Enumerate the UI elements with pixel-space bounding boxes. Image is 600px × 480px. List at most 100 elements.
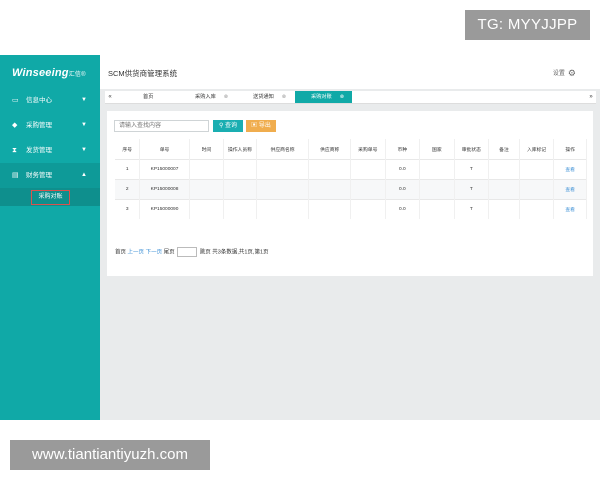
watermark-bottom: www.tiantiantiyuzh.com [10, 440, 210, 470]
data-panel: ⚲ 查询 ▣ 导出 序号 单号 时间 操作人员称 供应商名称 供应商称 采购单号… [107, 111, 593, 276]
column-header: 采购单号 [350, 139, 386, 160]
table-row: 3 KP15000090 0.0 T 查看 [115, 199, 587, 219]
search-icon: ⚲ [218, 123, 224, 129]
close-icon[interactable]: ⊗ [224, 91, 228, 103]
pager-first[interactable]: 首页 [115, 249, 126, 255]
column-header: 供应商名称 [256, 139, 310, 160]
column-header: 国家 [419, 139, 455, 160]
search-button[interactable]: ⚲ 查询 [213, 120, 243, 132]
chevron-down-icon: ▼ [81, 122, 87, 128]
tab-purchase-reconciliation[interactable]: 采购对账 ⊗ [295, 91, 352, 103]
table-cell [308, 179, 352, 200]
column-header: 审批状态 [454, 139, 490, 160]
view-link[interactable]: 查看 [553, 199, 587, 219]
table-cell [223, 159, 257, 180]
column-header: 备注 [488, 139, 520, 160]
table-cell [419, 199, 455, 219]
view-link[interactable]: 查看 [553, 159, 587, 180]
table-cell: 2 [115, 179, 141, 200]
table-cell: T [454, 179, 490, 200]
table-header-row: 序号 单号 时间 操作人员称 供应商名称 供应商称 采购单号 币种 国家 审批状… [115, 139, 587, 160]
app-window: Winseeing汇信® ▭ 信息中心 ▼ ◆ 采购管理 ▼ ⧗ 发货管理 ▼ ▤ 财务… [0, 55, 600, 420]
table-cell: 0.0 [385, 179, 421, 200]
table-cell [189, 199, 225, 219]
search-button-label: 查询 [225, 123, 238, 129]
close-icon[interactable]: ⊗ [340, 91, 344, 103]
table-cell [519, 159, 555, 180]
data-table: 序号 单号 时间 操作人员称 供应商名称 供应商称 采购单号 币种 国家 审批状… [115, 139, 587, 219]
table-cell: T [454, 199, 490, 219]
page-jump-input[interactable] [177, 247, 198, 257]
table-cell [519, 179, 555, 200]
tab-home[interactable]: 首页 [143, 91, 153, 103]
logo-text: Winseeing [12, 67, 69, 79]
sidebar-subitem-reconciliation[interactable]: 采购对账 [31, 190, 70, 205]
tab-scroll-right-icon[interactable]: » [586, 91, 596, 103]
table-cell: 3 [115, 199, 141, 219]
sidebar-item-shipping[interactable]: ⧗ 发货管理 ▼ [0, 138, 100, 163]
chevron-down-icon: ▼ [81, 97, 87, 103]
column-header: 单号 [139, 139, 190, 160]
column-header: 序号 [115, 139, 141, 160]
column-header: 时间 [189, 139, 225, 160]
car-icon: ◆ [12, 122, 18, 129]
table-cell: T [454, 159, 490, 180]
table-row: 1 KP15000007 0.0 T 查看 [115, 159, 587, 180]
settings-button[interactable]: 设置 ⚙ [553, 68, 576, 79]
table-row: 2 KP15000008 0.0 T 查看 [115, 179, 587, 200]
watermark-top: TG: MYYJJPP [465, 10, 590, 40]
sidebar-item-info-center[interactable]: ▭ 信息中心 ▼ [0, 88, 100, 113]
pager-summary: 共3条数据,共1页,第1页 [212, 249, 269, 256]
table-cell [256, 179, 310, 200]
gear-icon: ⚙ [567, 68, 576, 78]
table-cell [419, 159, 455, 180]
close-icon[interactable]: ⊗ [282, 91, 286, 103]
view-link[interactable]: 查看 [553, 179, 587, 200]
table-cell [350, 199, 386, 219]
table-cell [189, 179, 225, 200]
logo: Winseeing汇信® [12, 67, 86, 79]
tab-strip: « 首页 采购入库 ⊗ 送货通知 ⊗ 采购对账 ⊗ » [105, 91, 596, 104]
sidebar-item-finance[interactable]: ▤ 财务管理 ▲ [0, 163, 100, 188]
table-cell [223, 179, 257, 200]
pager-jump-label: 跳页 [199, 249, 211, 256]
logo-suffix: 汇信® [68, 72, 86, 78]
sidebar-item-purchase[interactable]: ◆ 采购管理 ▼ [0, 113, 100, 138]
tab-label: 采购对账 [311, 94, 332, 100]
table-cell: KP15000008 [139, 179, 190, 200]
document-icon: ▤ [12, 172, 19, 179]
tab-purchase-inbound[interactable]: 采购入库 ⊗ [195, 91, 228, 103]
main-content: « 首页 采购入库⊗ 送货通知⊗ 采购对账⊗ » ⚲ 查询 ▣ 导出 序 [100, 89, 600, 420]
table-cell [350, 159, 386, 180]
export-button[interactable]: ▣ 导出 [246, 120, 276, 132]
settings-label: 设置 [552, 71, 565, 77]
table-cell [223, 199, 257, 219]
tab-scroll-left-icon[interactable]: « [105, 91, 115, 103]
table-cell [308, 199, 352, 219]
export-button-label: 导出 [258, 123, 271, 129]
tab-delivery-notice[interactable]: 送货通知 ⊗ [253, 91, 286, 103]
table-cell: KP15000090 [139, 199, 190, 219]
chevron-down-icon: ▼ [81, 147, 87, 153]
tab-label: 采购入库 [195, 94, 216, 100]
sidebar-nav: ▭ 信息中心 ▼ ◆ 采购管理 ▼ ⧗ 发货管理 ▼ ▤ 财务管理 ▲ 采购对账 [0, 88, 100, 206]
table-cell [419, 179, 455, 200]
tab-label: 首页 [143, 94, 154, 100]
column-header: 操作 [553, 139, 587, 160]
search-input[interactable] [114, 120, 209, 132]
export-icon: ▣ [251, 123, 258, 129]
pager-prev[interactable]: 上一页 [128, 249, 145, 255]
pager-last[interactable]: 尾页 [164, 249, 175, 255]
sidebar: Winseeing汇信® ▭ 信息中心 ▼ ◆ 采购管理 ▼ ⧗ 发货管理 ▼ ▤ 财务… [0, 55, 100, 420]
column-header: 入库标记 [519, 139, 555, 160]
table-cell [488, 199, 520, 219]
table-cell [350, 179, 386, 200]
table-cell [308, 159, 352, 180]
pagination: 首页 上一页 下一页 尾页 跳页 共3条数据,共1页,第1页 [115, 247, 269, 257]
table-cell: KP15000007 [139, 159, 190, 180]
table-cell [488, 159, 520, 180]
column-header: 币种 [385, 139, 421, 160]
sidebar-item-label: 采购管理 [26, 122, 52, 129]
pager-next[interactable]: 下一页 [146, 249, 163, 255]
sidebar-item-label: 财务管理 [26, 172, 52, 179]
